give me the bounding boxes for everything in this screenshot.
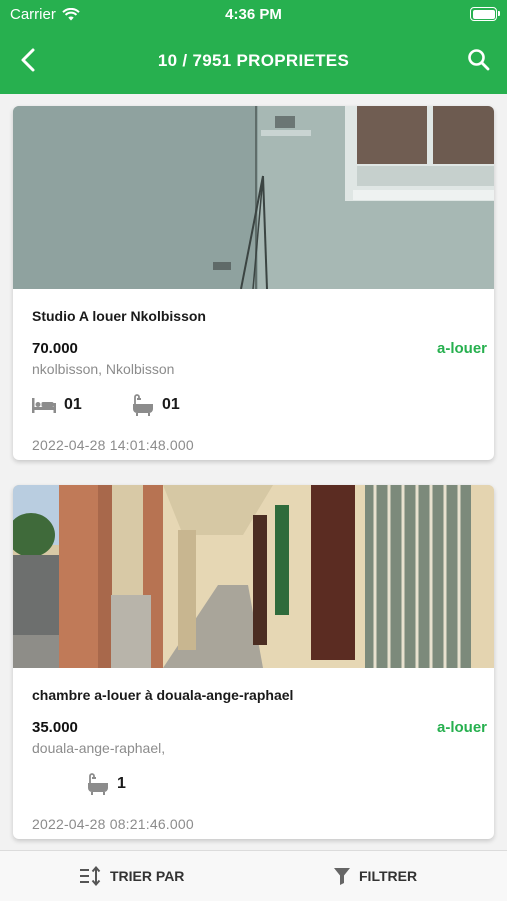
status-badge: a-louer [436,719,487,736]
property-title: Studio A louer Nkolbisson [32,308,206,324]
bathtub-icon [133,394,153,416]
bathtub-icon [88,773,108,795]
property-location: douala-ange-raphael, [32,740,166,756]
bathroom-count: 1 [87,772,126,796]
sort-icon [80,866,101,886]
filter-button[interactable]: FILTRER [333,851,417,901]
bathroom-count: 01 [132,393,180,417]
sort-button[interactable]: TRIER PAR [80,851,184,901]
status-badge: a-louer [436,340,487,357]
bedroom-count: 01 [32,393,82,417]
app-header: Carrier 4:36 PM 10 / 7951 PROPRIETES [0,0,507,94]
status-bar: Carrier 4:36 PM [0,0,507,28]
page-title: 10 / 7951 PROPRIETES [157,51,350,70]
bed-icon [32,398,56,413]
property-title: chambre a-louer à douala-ange-raphael [32,687,294,703]
property-list[interactable]: Studio A louer Nkolbisson 70.000 a-louer… [0,94,507,850]
property-photo [13,106,494,289]
bottom-action-bar: TRIER PAR FILTRER [0,850,507,901]
property-date: 2022-04-28 14:01:48.000 [32,437,194,453]
property-card[interactable]: Studio A louer Nkolbisson 70.000 a-louer… [13,106,494,460]
sort-label: TRIER PAR [110,868,185,884]
bathroom-value: 01 [162,396,180,413]
search-icon[interactable] [465,46,493,74]
property-location: nkolbisson, Nkolbisson [32,361,175,377]
navigation-bar: 10 / 7951 PROPRIETES [0,32,507,88]
property-photo [13,485,494,668]
property-date: 2022-04-28 08:21:46.000 [32,816,194,832]
battery-icon [470,7,500,21]
filter-icon [334,868,350,885]
property-card[interactable]: chambre a-louer à douala-ange-raphael 35… [13,485,494,839]
clock: 4:36 PM [225,6,282,23]
property-price: 70.000 [32,340,78,357]
property-price: 35.000 [32,719,78,736]
bedroom-value: 01 [64,396,82,413]
bathroom-value: 1 [117,775,126,792]
filter-label: FILTRER [359,868,418,884]
